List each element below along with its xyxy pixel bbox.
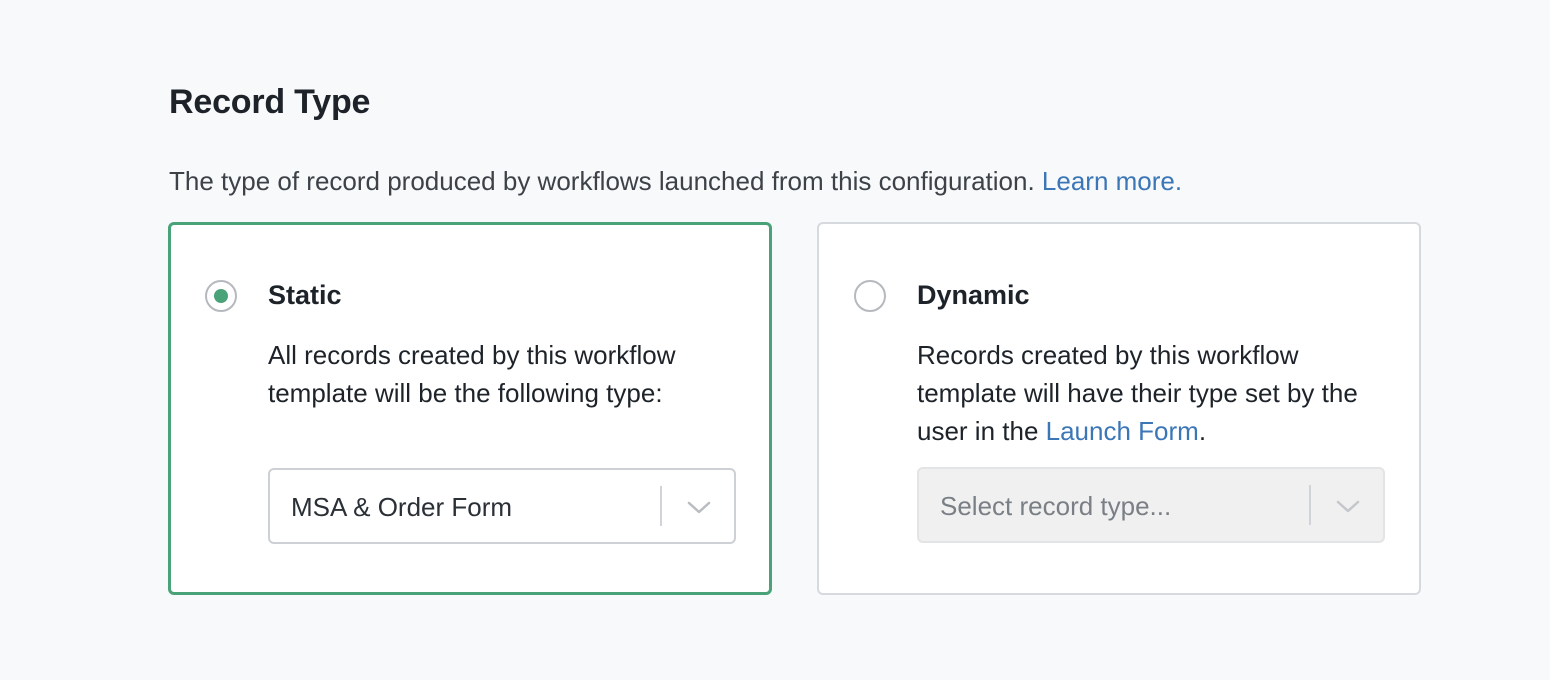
record-type-select[interactable]: MSA & Order Form (268, 468, 736, 544)
launch-form-link[interactable]: Launch Form (1046, 416, 1199, 446)
section-title: Record Type (169, 83, 371, 121)
static-option-card[interactable]: Static All records created by this workf… (168, 222, 772, 595)
chevron-down-icon (1336, 500, 1360, 513)
dynamic-select-placeholder: Select record type... (940, 491, 1172, 521)
static-option-description: All records created by this workflow tem… (268, 340, 676, 408)
static-radio[interactable] (205, 280, 237, 312)
dynamic-record-type-select: Select record type... (917, 467, 1385, 543)
dynamic-description-end: . (1198, 416, 1207, 446)
radio-selected-dot (214, 289, 228, 303)
select-divider (1309, 485, 1311, 525)
record-type-select-value: MSA & Order Form (291, 492, 513, 522)
chevron-down-icon[interactable] (686, 496, 712, 518)
dynamic-option-description: Records created by this workflow templat… (917, 336, 1397, 450)
description-text: The type of record produced by workflows… (169, 166, 1035, 196)
section-description: The type of record produced by workflows… (169, 164, 1182, 198)
dynamic-option-card[interactable]: Dynamic Records created by this workflow… (817, 222, 1421, 595)
select-divider (660, 486, 662, 526)
dynamic-radio[interactable] (854, 280, 886, 312)
learn-more-link[interactable]: Learn more. (1042, 166, 1182, 196)
static-option-label: Static (268, 280, 342, 310)
dynamic-option-label: Dynamic (917, 280, 1030, 310)
